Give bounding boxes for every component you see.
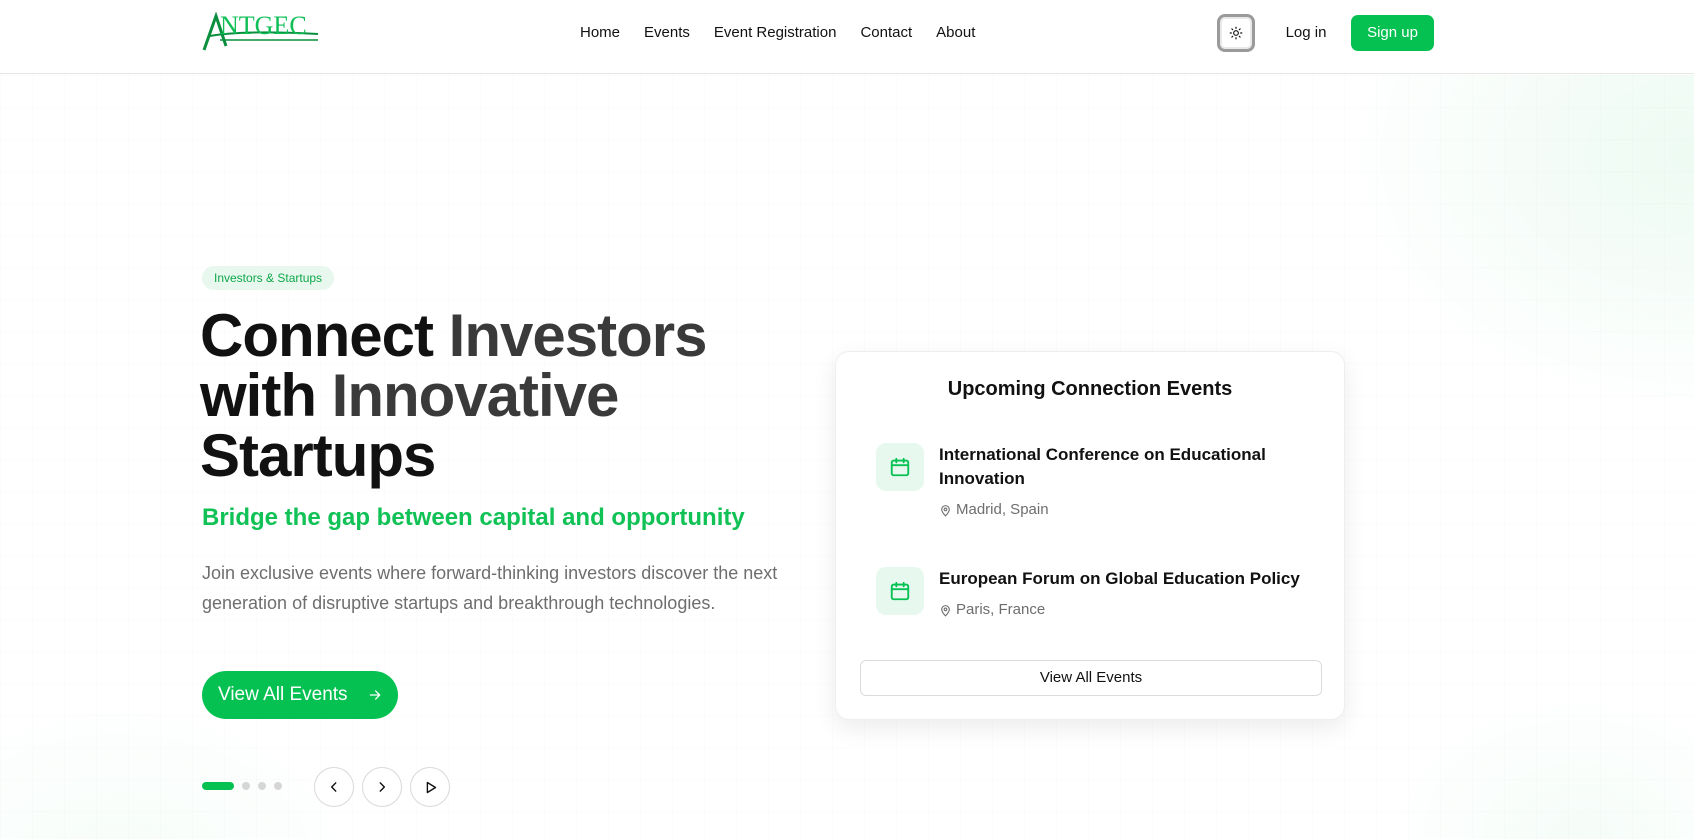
nav-home[interactable]: Home [568, 22, 632, 44]
slide-dot-1[interactable] [202, 782, 234, 790]
theme-toggle-button[interactable] [1217, 14, 1255, 52]
svg-text:NTGEC: NTGEC [220, 12, 307, 40]
slide-dot-2[interactable] [242, 782, 250, 790]
event-title: International Conference on Educational … [939, 445, 1266, 488]
signup-button[interactable]: Sign up [1351, 15, 1434, 51]
hero-subtitle: Bridge the gap between capital and oppor… [202, 504, 745, 531]
calendar-icon [876, 567, 924, 615]
antgec-logo[interactable]: NTGEC [202, 12, 322, 52]
previous-slide-button[interactable] [314, 767, 354, 807]
event-title: European Forum on Global Education Polic… [939, 569, 1300, 588]
login-button[interactable]: Log in [1276, 15, 1336, 51]
hero-title-word: Startups [200, 422, 436, 489]
main-nav: Home Events Event Registration Contact A… [568, 22, 987, 44]
event-location: Paris, France [939, 600, 1045, 620]
hero-title-word: with [200, 362, 317, 429]
hero-title-word: Investors [448, 302, 708, 369]
category-badge: Investors & Startups [202, 266, 335, 290]
nav-event-registration[interactable]: Event Registration [702, 22, 849, 44]
arrow-right-icon [369, 690, 381, 700]
event-location-text: Madrid, Spain [956, 501, 1049, 518]
card-title: Upcoming Connection Events [947, 378, 1233, 400]
calendar-icon [876, 443, 924, 491]
hero-title-word: Innovative [331, 362, 620, 429]
nav-contact[interactable]: Contact [848, 22, 924, 44]
sun-icon [1229, 26, 1243, 40]
chevron-right-icon [379, 782, 386, 792]
play-slideshow-button[interactable] [410, 767, 450, 807]
card-view-all-events-button[interactable]: View All Events [860, 660, 1322, 696]
hero-title: Connect Investors with Innovative Startu… [200, 306, 820, 486]
map-pin-icon [941, 504, 950, 517]
chevron-left-icon [330, 782, 337, 792]
hero-description: Join exclusive events where forward-thin… [202, 563, 778, 613]
nav-events[interactable]: Events [632, 22, 702, 44]
site-header: NTGEC Home Events Event Registration Con… [0, 0, 1694, 74]
slide-indicators [202, 782, 282, 790]
event-location-text: Paris, France [956, 601, 1046, 618]
map-pin-icon [941, 604, 950, 617]
next-slide-button[interactable] [362, 767, 402, 807]
play-icon [426, 781, 436, 793]
slide-dot-3[interactable] [258, 782, 266, 790]
event-location: Madrid, Spain [939, 500, 1049, 520]
cta-label: View All Events [218, 684, 348, 705]
view-all-events-button[interactable]: View All Events [202, 671, 398, 719]
upcoming-events-card: Upcoming Connection Events International… [835, 351, 1345, 720]
slide-dot-4[interactable] [274, 782, 282, 790]
hero-title-word: Connect [200, 302, 434, 369]
nav-about[interactable]: About [924, 22, 987, 44]
